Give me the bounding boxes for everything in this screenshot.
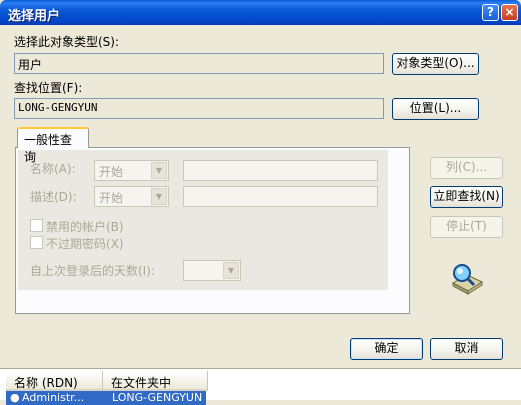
object-type-label: 选择此对象类型(S):	[14, 35, 120, 49]
name-label: 名称(A):	[30, 162, 76, 176]
object-types-button[interactable]: 对象类型(O)...	[392, 53, 479, 75]
name-input[interactable]	[183, 160, 378, 181]
location-label: 查找位置(F):	[14, 81, 83, 95]
description-mode-select[interactable]: 开始 ▼	[94, 186, 169, 207]
disabled-accounts-label: 禁用的帐户(B)	[46, 220, 124, 234]
chevron-down-icon: ▼	[223, 262, 239, 279]
description-input[interactable]	[183, 186, 378, 207]
user-icon: ●	[10, 391, 20, 404]
object-type-field: 用户	[14, 53, 384, 74]
stop-button[interactable]: 停止(T)	[430, 216, 503, 238]
name-mode-value: 开始	[99, 165, 124, 179]
description-label: 描述(D):	[30, 190, 77, 204]
search-directory-icon	[451, 264, 484, 295]
help-icon[interactable]: ?	[482, 4, 499, 21]
title-bar: 选择用户 ? ×	[0, 0, 521, 25]
close-icon[interactable]: ×	[501, 4, 518, 21]
name-mode-select[interactable]: 开始 ▼	[94, 160, 169, 181]
table-row[interactable]: ● Administr... LONG-GENGYUN	[6, 391, 206, 405]
find-now-button[interactable]: 立即查找(N)	[430, 186, 503, 208]
description-mode-value: 开始	[99, 191, 124, 205]
ok-button[interactable]: 确定	[350, 338, 423, 360]
window-title: 选择用户	[8, 9, 61, 24]
chevron-down-icon: ▼	[151, 162, 167, 179]
row-name: Administr...	[22, 391, 85, 404]
tab-common-queries[interactable]: 一般性查询	[17, 127, 89, 164]
cancel-button[interactable]: 取消	[430, 338, 503, 360]
non-expiring-password-label: 不过期密码(X)	[46, 237, 124, 251]
days-since-login-select[interactable]: ▼	[183, 260, 241, 281]
days-since-login-label: 自上次登录后的天数(I):	[30, 264, 155, 278]
column-header-name[interactable]: 名称 (RDN)	[6, 371, 103, 391]
non-expiring-password-checkbox[interactable]	[30, 236, 43, 249]
row-folder: LONG-GENGYUN	[112, 391, 203, 404]
chevron-down-icon: ▼	[151, 188, 167, 205]
columns-button[interactable]: 列(C)...	[430, 157, 503, 179]
column-header-folder[interactable]: 在文件夹中	[103, 371, 208, 391]
location-field: LONG-GENGYUN	[14, 98, 384, 119]
disabled-accounts-checkbox[interactable]	[30, 219, 43, 232]
locations-button[interactable]: 位置(L)...	[392, 98, 479, 120]
